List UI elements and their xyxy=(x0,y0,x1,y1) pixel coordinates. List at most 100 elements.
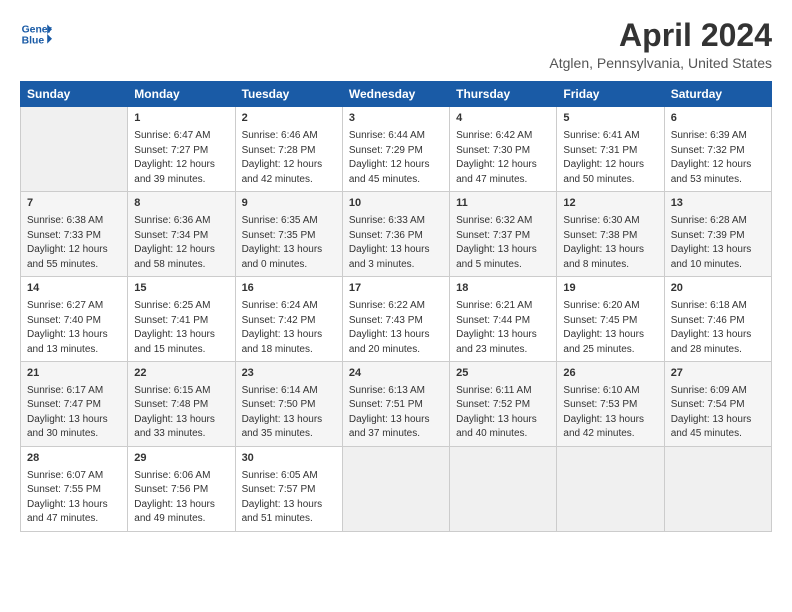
day-number: 17 xyxy=(349,281,443,297)
day-info: Daylight: 13 hours xyxy=(134,498,228,513)
day-info: Sunset: 7:31 PM xyxy=(563,144,657,159)
calendar-cell: 10Sunrise: 6:33 AMSunset: 7:36 PMDayligh… xyxy=(342,192,449,277)
calendar-cell xyxy=(557,446,664,531)
calendar-cell: 16Sunrise: 6:24 AMSunset: 7:42 PMDayligh… xyxy=(235,277,342,362)
day-info: and 47 minutes. xyxy=(27,512,121,527)
day-info: Sunrise: 6:33 AM xyxy=(349,214,443,229)
day-info: Sunset: 7:34 PM xyxy=(134,229,228,244)
day-number: 8 xyxy=(134,196,228,212)
day-info: Sunrise: 6:28 AM xyxy=(671,214,765,229)
day-info: Sunset: 7:29 PM xyxy=(349,144,443,159)
day-info: Daylight: 13 hours xyxy=(349,413,443,428)
day-info: Sunset: 7:55 PM xyxy=(27,483,121,498)
day-number: 5 xyxy=(563,111,657,127)
day-info: and 37 minutes. xyxy=(349,427,443,442)
day-info: and 18 minutes. xyxy=(242,343,336,358)
day-info: Sunset: 7:40 PM xyxy=(27,314,121,329)
day-number: 16 xyxy=(242,281,336,297)
day-info: Sunset: 7:39 PM xyxy=(671,229,765,244)
calendar-header-row: Sunday Monday Tuesday Wednesday Thursday… xyxy=(21,82,772,107)
day-info: and 10 minutes. xyxy=(671,258,765,273)
day-info: Daylight: 13 hours xyxy=(456,413,550,428)
day-info: Daylight: 13 hours xyxy=(27,498,121,513)
day-info: and 40 minutes. xyxy=(456,427,550,442)
day-info: Daylight: 13 hours xyxy=(563,243,657,258)
calendar-row: 21Sunrise: 6:17 AMSunset: 7:47 PMDayligh… xyxy=(21,362,772,447)
main-title: April 2024 xyxy=(549,18,772,53)
day-info: and 39 minutes. xyxy=(134,173,228,188)
day-info: Sunrise: 6:20 AM xyxy=(563,299,657,314)
day-info: and 13 minutes. xyxy=(27,343,121,358)
calendar-cell: 2Sunrise: 6:46 AMSunset: 7:28 PMDaylight… xyxy=(235,107,342,192)
day-info: Sunset: 7:53 PM xyxy=(563,398,657,413)
subtitle: Atglen, Pennsylvania, United States xyxy=(549,55,772,71)
day-info: Daylight: 12 hours xyxy=(563,158,657,173)
day-info: Daylight: 13 hours xyxy=(563,413,657,428)
day-info: and 30 minutes. xyxy=(27,427,121,442)
day-info: Sunset: 7:50 PM xyxy=(242,398,336,413)
day-info: and 25 minutes. xyxy=(563,343,657,358)
calendar-cell xyxy=(664,446,771,531)
col-saturday: Saturday xyxy=(664,82,771,107)
day-info: Sunset: 7:56 PM xyxy=(134,483,228,498)
day-number: 18 xyxy=(456,281,550,297)
day-info: Sunrise: 6:11 AM xyxy=(456,384,550,399)
day-info: Daylight: 13 hours xyxy=(456,328,550,343)
day-number: 10 xyxy=(349,196,443,212)
day-number: 2 xyxy=(242,111,336,127)
day-info: Daylight: 12 hours xyxy=(456,158,550,173)
day-info: Daylight: 13 hours xyxy=(242,328,336,343)
calendar-cell: 20Sunrise: 6:18 AMSunset: 7:46 PMDayligh… xyxy=(664,277,771,362)
logo-icon: General Blue xyxy=(20,18,52,50)
calendar-cell: 6Sunrise: 6:39 AMSunset: 7:32 PMDaylight… xyxy=(664,107,771,192)
day-info: Sunrise: 6:14 AM xyxy=(242,384,336,399)
day-number: 30 xyxy=(242,451,336,467)
calendar-cell: 12Sunrise: 6:30 AMSunset: 7:38 PMDayligh… xyxy=(557,192,664,277)
calendar-cell: 4 Sunrise: 6:42 AMSunset: 7:30 PMDaylight… xyxy=(450,107,557,192)
day-info: Daylight: 13 hours xyxy=(242,413,336,428)
day-number: 4 xyxy=(456,111,550,127)
calendar-cell: 19Sunrise: 6:20 AMSunset: 7:45 PMDayligh… xyxy=(557,277,664,362)
day-number: 9 xyxy=(242,196,336,212)
day-info: and 33 minutes. xyxy=(134,427,228,442)
day-info: Daylight: 12 hours xyxy=(349,158,443,173)
day-info: and 35 minutes. xyxy=(242,427,336,442)
day-info: Sunrise: 6:39 AM xyxy=(671,129,765,144)
day-number: 23 xyxy=(242,366,336,382)
calendar-page: General Blue April 2024 Atglen, Pennsylv… xyxy=(0,0,792,612)
day-info: Sunrise: 6:09 AM xyxy=(671,384,765,399)
day-info: Daylight: 12 hours xyxy=(27,243,121,258)
day-info: Daylight: 13 hours xyxy=(27,328,121,343)
day-info: Sunrise: 6:07 AM xyxy=(27,469,121,484)
day-info: Sunset: 7:48 PM xyxy=(134,398,228,413)
day-info: Sunrise: 6:05 AM xyxy=(242,469,336,484)
day-info: Sunset: 7:30 PM xyxy=(456,144,550,159)
day-info: Sunset: 7:44 PM xyxy=(456,314,550,329)
day-info: Sunset: 7:45 PM xyxy=(563,314,657,329)
day-info: Daylight: 13 hours xyxy=(349,328,443,343)
calendar-cell: 25Sunrise: 6:11 AMSunset: 7:52 PMDayligh… xyxy=(450,362,557,447)
col-monday: Monday xyxy=(128,82,235,107)
day-info: and 20 minutes. xyxy=(349,343,443,358)
day-number: 26 xyxy=(563,366,657,382)
day-info: Sunset: 7:32 PM xyxy=(671,144,765,159)
day-info: and 45 minutes. xyxy=(671,427,765,442)
calendar-cell: 3Sunrise: 6:44 AMSunset: 7:29 PMDaylight… xyxy=(342,107,449,192)
day-info: Sunset: 7:33 PM xyxy=(27,229,121,244)
day-info: and 47 minutes. xyxy=(456,173,550,188)
day-info: Sunrise: 6:06 AM xyxy=(134,469,228,484)
day-info: Sunset: 7:51 PM xyxy=(349,398,443,413)
day-number: 22 xyxy=(134,366,228,382)
day-number: 24 xyxy=(349,366,443,382)
calendar-cell xyxy=(21,107,128,192)
calendar-cell: 26 Sunrise: 6:10 AMSunset: 7:53 PMDayligh… xyxy=(557,362,664,447)
day-info: Sunset: 7:57 PM xyxy=(242,483,336,498)
calendar-cell: 18Sunrise: 6:21 AMSunset: 7:44 PMDayligh… xyxy=(450,277,557,362)
day-info: Sunrise: 6:36 AM xyxy=(134,214,228,229)
calendar-cell: 5Sunrise: 6:41 AMSunset: 7:31 PMDaylight… xyxy=(557,107,664,192)
day-number: 28 xyxy=(27,451,121,467)
day-info: Sunrise: 6:42 AM xyxy=(456,129,550,144)
day-info: Sunset: 7:43 PM xyxy=(349,314,443,329)
day-info: Sunrise: 6:10 AM xyxy=(563,384,657,399)
day-info: Daylight: 13 hours xyxy=(242,243,336,258)
